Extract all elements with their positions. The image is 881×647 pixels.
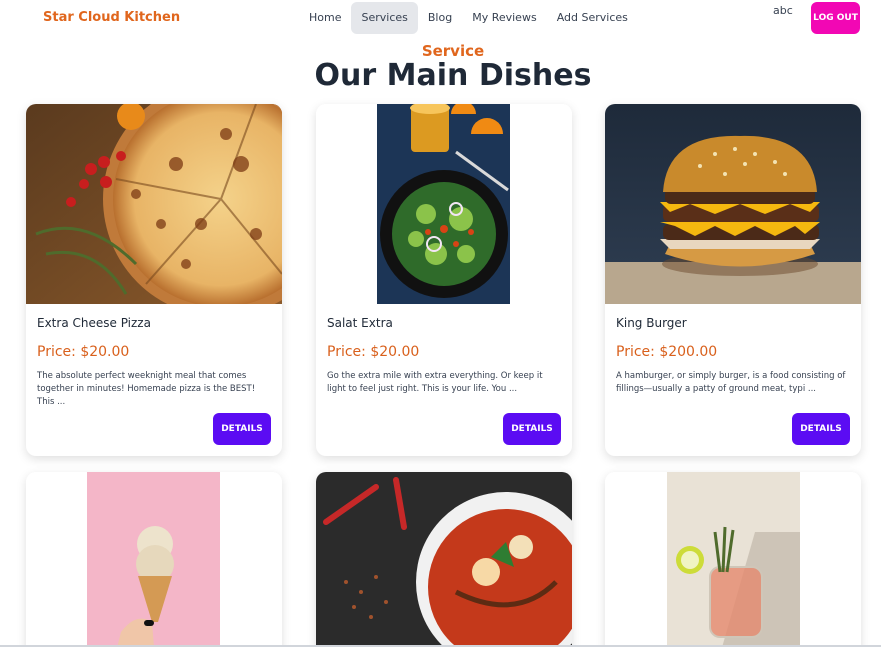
burger-photo	[605, 104, 861, 304]
nav-services[interactable]: Services	[351, 2, 418, 34]
nav-my-reviews[interactable]: My Reviews	[462, 2, 546, 34]
nav-add-services[interactable]: Add Services	[547, 2, 638, 34]
card-title: Salat Extra	[327, 316, 393, 330]
details-button[interactable]: DETAILS	[503, 413, 561, 445]
card-title: Extra Cheese Pizza	[37, 316, 151, 330]
card-description: A hamburger, or simply burger, is a food…	[616, 371, 846, 394]
card-price: Price: $20.00	[37, 344, 130, 360]
card-description: Go the extra mile with extra everything.…	[327, 371, 543, 394]
card-price: Price: $200.00	[616, 344, 718, 360]
nav-home[interactable]: Home	[299, 2, 351, 34]
nav-links: Home Services Blog My Reviews Add Servic…	[299, 2, 638, 34]
page-title: Our Main Dishes	[314, 58, 592, 93]
details-button[interactable]: DETAILS	[792, 413, 850, 445]
user-name: abc	[773, 4, 793, 17]
details-button[interactable]: DETAILS	[213, 413, 271, 445]
pizza-photo	[26, 104, 282, 304]
ice-cream-photo	[26, 472, 282, 647]
card-price: Price: $20.00	[327, 344, 420, 360]
service-card	[26, 472, 282, 647]
salad-photo	[316, 104, 572, 304]
card-title: King Burger	[616, 316, 687, 330]
curry-photo	[316, 472, 572, 647]
logout-button[interactable]: LOG OUT	[811, 2, 860, 34]
cocktail-photo	[605, 472, 861, 647]
service-card: King Burger Price: $200.00 A hamburger, …	[605, 104, 861, 456]
service-card: Salat Extra Price: $20.00 Go the extra m…	[316, 104, 572, 456]
service-card: Extra Cheese Pizza Price: $20.00 The abs…	[26, 104, 282, 456]
service-card	[605, 472, 861, 647]
service-card	[316, 472, 572, 647]
nav-blog[interactable]: Blog	[418, 2, 462, 34]
brand-logo[interactable]: Star Cloud Kitchen	[43, 10, 180, 25]
card-description: The absolute perfect weeknight meal that…	[37, 371, 256, 407]
navbar: Star Cloud Kitchen Home Services Blog My…	[0, 0, 881, 38]
